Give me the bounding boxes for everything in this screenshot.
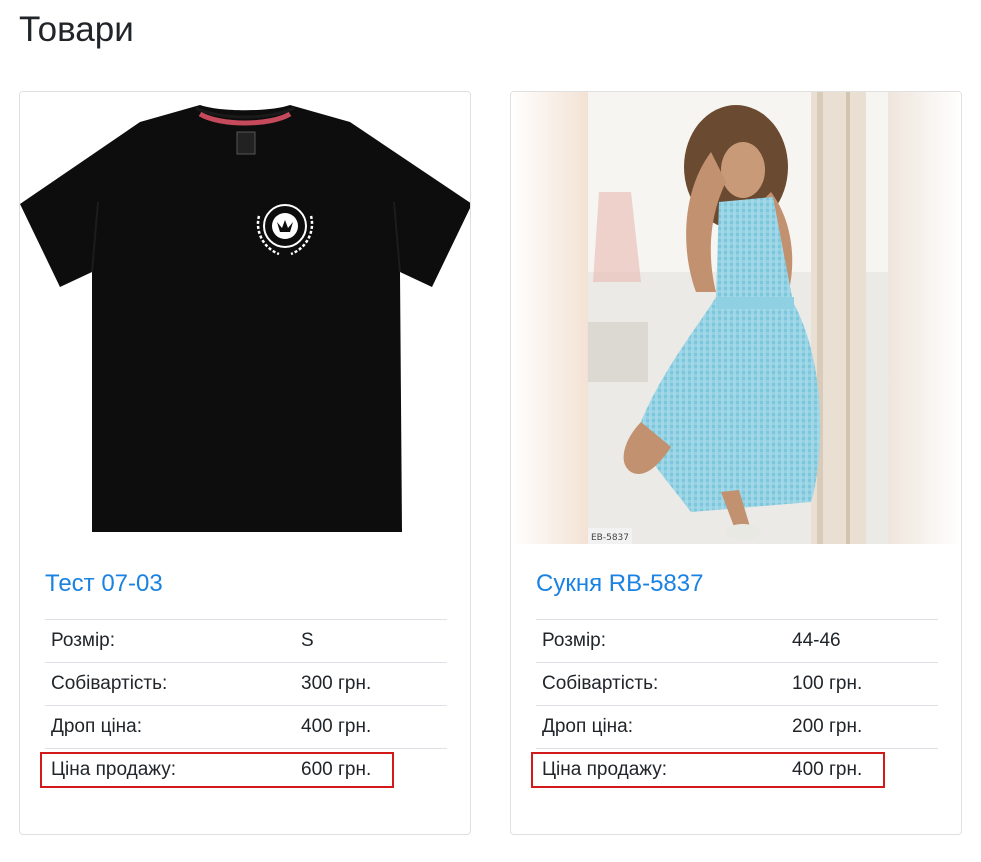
table-row: Дроп ціна: 400 грн. xyxy=(45,705,447,749)
table-row: Розмір: S xyxy=(45,619,447,663)
drop-price-value: 200 грн. xyxy=(786,705,938,749)
sale-price-highlight xyxy=(40,752,394,788)
table-row: Собівартість: 300 грн. xyxy=(45,662,447,706)
page-title: Товари xyxy=(19,10,134,49)
size-label: Розмір: xyxy=(536,619,786,663)
size-label: Розмір: xyxy=(45,619,295,663)
product-title-link[interactable]: Сукня RB-5837 xyxy=(536,568,703,600)
drop-price-label: Дроп ціна: xyxy=(536,705,786,749)
product-image-dress[interactable]: EB-5837 xyxy=(511,92,961,544)
table-row: Собівартість: 100 грн. xyxy=(536,662,938,706)
product-title-link[interactable]: Тест 07-03 xyxy=(45,568,163,600)
table-row: Розмір: 44-46 xyxy=(536,619,938,663)
size-value: 44-46 xyxy=(786,619,938,663)
sale-price-highlight xyxy=(531,752,885,788)
product-card: Тест 07-03 Розмір: S Собівартість: 300 г… xyxy=(19,91,471,835)
cost-label: Собівартість: xyxy=(536,662,786,706)
tshirt-image xyxy=(20,92,470,544)
product-card: EB-5837 Сукня RB-5837 Розмір: 44-46 Собі… xyxy=(510,91,962,835)
cost-value: 300 грн. xyxy=(295,662,447,706)
dress-photo-image: EB-5837 xyxy=(511,92,961,544)
drop-price-label: Дроп ціна: xyxy=(45,705,295,749)
size-value: S xyxy=(295,619,447,663)
table-row: Дроп ціна: 200 грн. xyxy=(536,705,938,749)
cost-value: 100 грн. xyxy=(786,662,938,706)
cost-label: Собівартість: xyxy=(45,662,295,706)
product-image-tshirt[interactable] xyxy=(20,92,470,544)
image-watermark: EB-5837 xyxy=(591,533,629,543)
drop-price-value: 400 грн. xyxy=(295,705,447,749)
